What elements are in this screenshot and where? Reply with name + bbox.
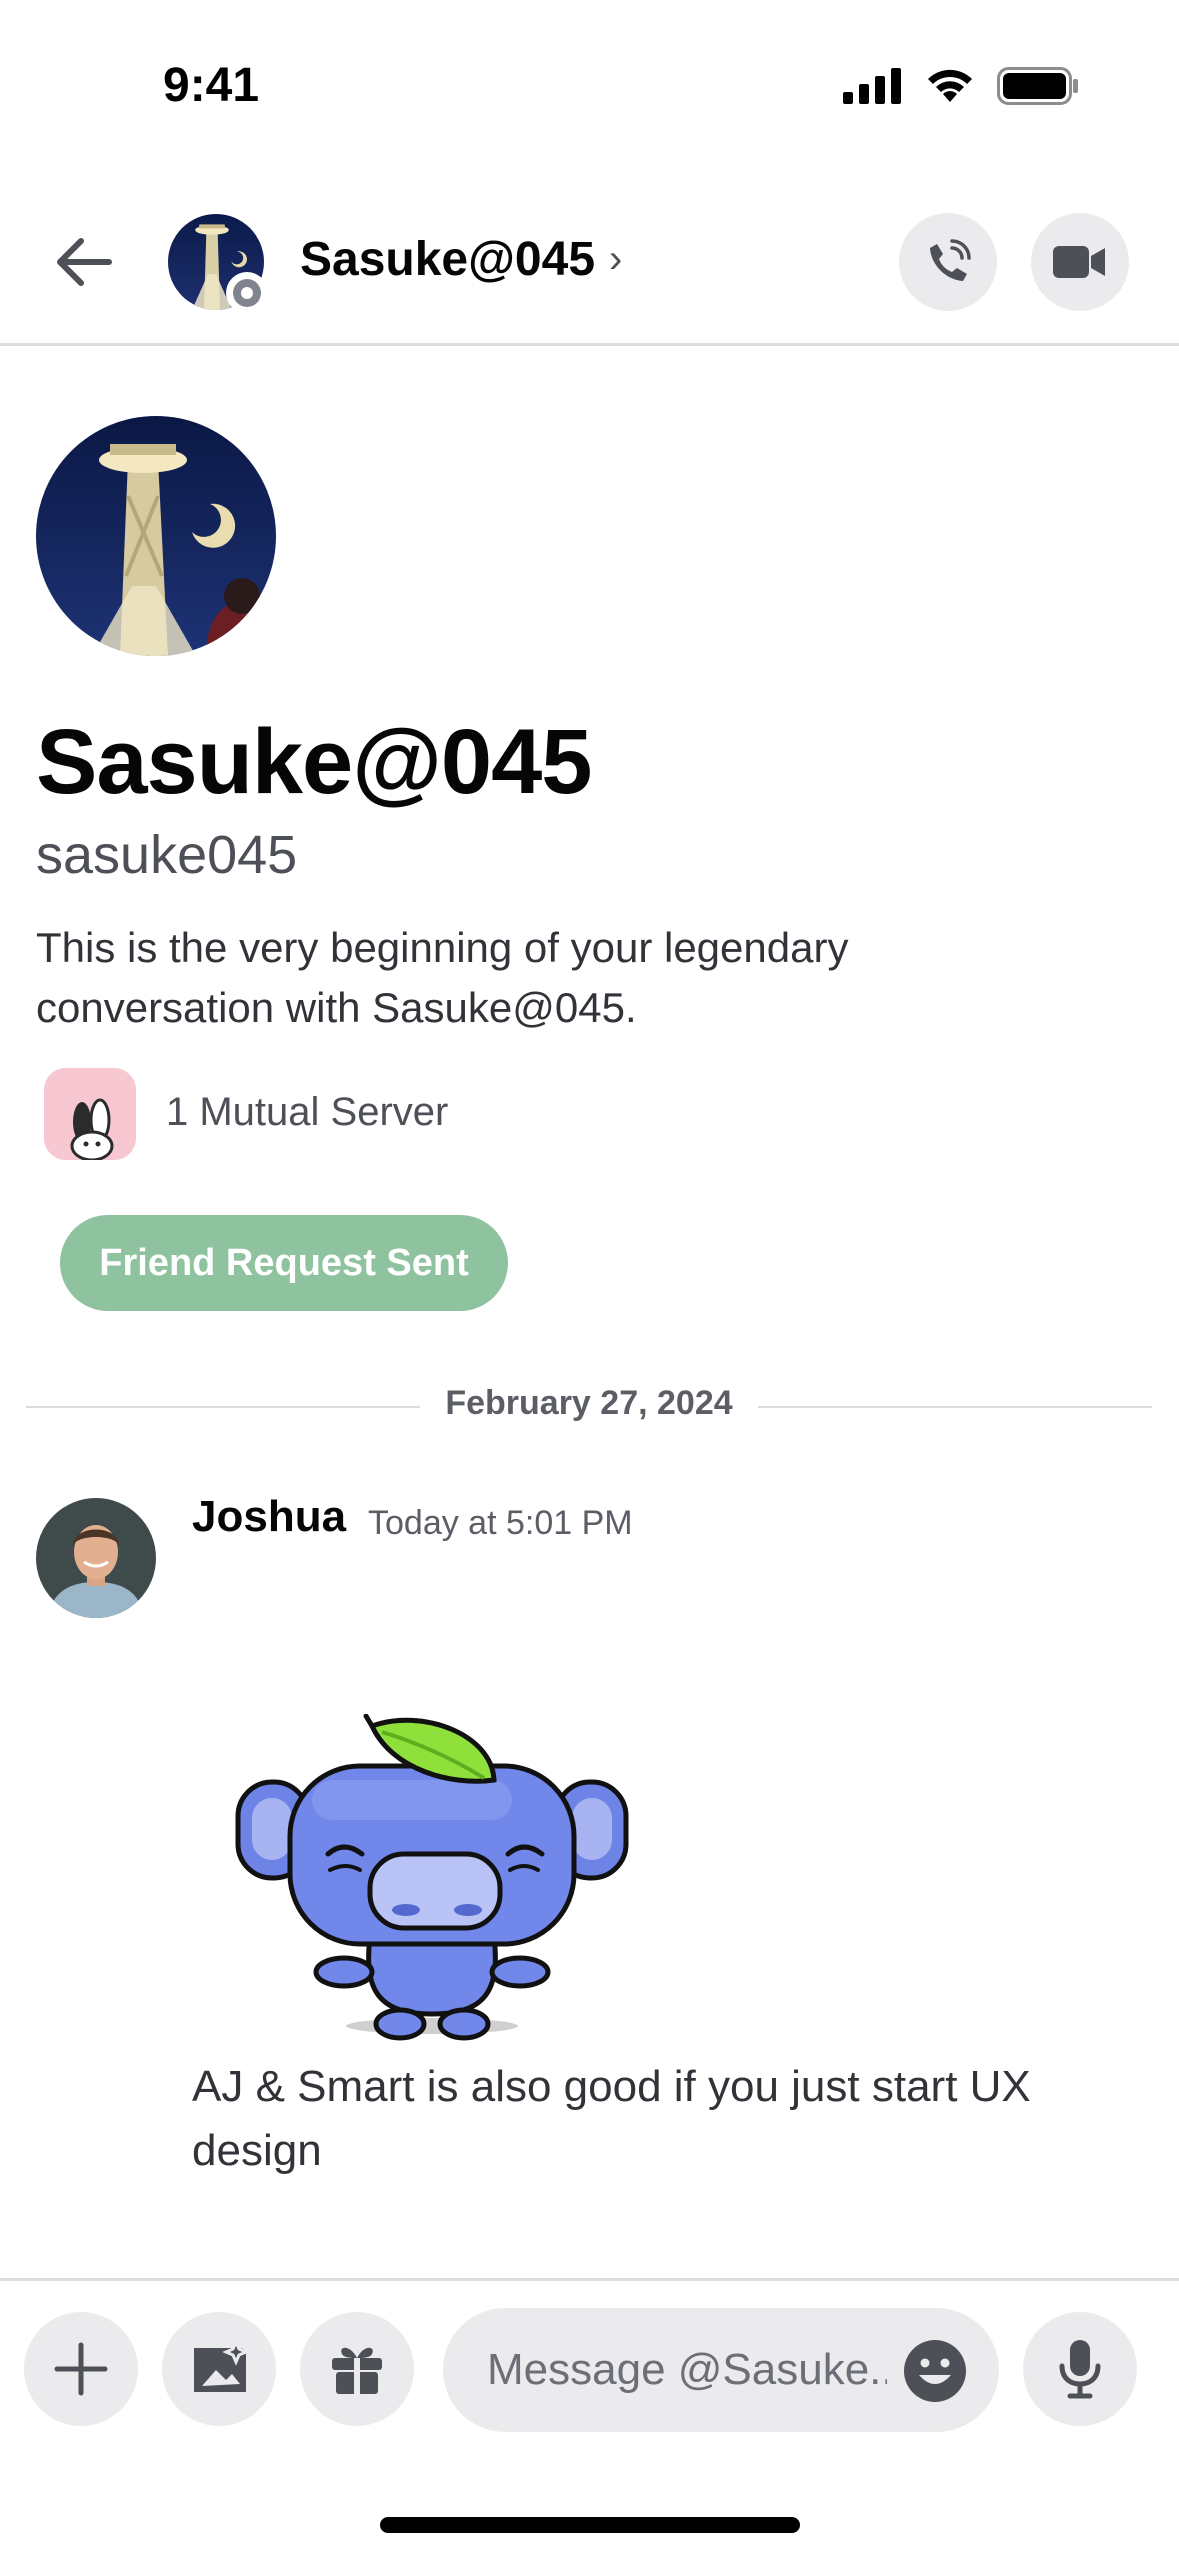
- message-composer: [0, 2278, 1179, 2553]
- plus-icon: [54, 2342, 108, 2396]
- add-attachment-button[interactable]: [24, 2312, 138, 2426]
- arrow-left-icon: [57, 238, 112, 286]
- divider-line: [26, 1406, 420, 1408]
- offline-status-indicator: [226, 272, 268, 314]
- message-input-container[interactable]: [443, 2308, 999, 2432]
- friend-request-sent-button[interactable]: Friend Request Sent: [60, 1215, 508, 1311]
- conversation-intro-text: This is the very beginning of your legen…: [36, 924, 849, 1031]
- signal-icon: [843, 68, 901, 104]
- video-camera-icon: [1053, 246, 1105, 278]
- message-timestamp: Today at 5:01 PM: [368, 1504, 633, 1542]
- back-button[interactable]: [52, 230, 116, 294]
- wifi-icon: [928, 69, 972, 102]
- image-sparkle-icon: [194, 2340, 250, 2392]
- chevron-right-icon: ›: [609, 237, 623, 281]
- chat-header: Sasuke@045 ›: [0, 180, 1179, 346]
- gift-button[interactable]: [300, 2312, 414, 2426]
- mutual-server-icon[interactable]: [44, 1068, 136, 1160]
- battery-icon: [997, 67, 1078, 105]
- message-text: AJ & Smart is also good if you just star…: [192, 2062, 1031, 2175]
- profile-username: sasuke045: [36, 825, 298, 885]
- image-upload-button[interactable]: [162, 2312, 276, 2426]
- mutual-servers-label[interactable]: 1 Mutual Server: [166, 1090, 448, 1135]
- wumpus-sticker[interactable]: [232, 1713, 632, 2044]
- joshua-avatar-image: [36, 1498, 156, 1618]
- author-avatar[interactable]: [36, 1498, 156, 1618]
- phone-icon: [930, 239, 971, 281]
- smiley-icon: [904, 2340, 966, 2402]
- video-call-button[interactable]: [1031, 213, 1129, 311]
- message-input[interactable]: [487, 2308, 887, 2432]
- home-indicator[interactable]: [380, 2517, 800, 2533]
- date-divider: February 27, 2024: [26, 1380, 1152, 1434]
- status-time: 9:41: [163, 59, 260, 112]
- space-needle-avatar-image: [36, 416, 276, 656]
- wumpus-leaf-sticker-image: [235, 1713, 629, 2041]
- profile-avatar[interactable]: [36, 416, 276, 656]
- status-icons: [843, 66, 1079, 106]
- message-author[interactable]: Joshua: [192, 1492, 346, 1542]
- design-buddies-server-logo: [44, 1068, 136, 1160]
- emoji-button[interactable]: [903, 2339, 967, 2403]
- voice-call-button[interactable]: [899, 213, 997, 311]
- header-user-name[interactable]: Sasuke@045 ›: [300, 232, 622, 287]
- date-label: February 27, 2024: [445, 1384, 733, 1422]
- microphone-icon: [1059, 2340, 1101, 2399]
- gift-icon: [332, 2347, 382, 2394]
- header-name-text: Sasuke@045: [300, 233, 596, 286]
- voice-message-button[interactable]: [1023, 2312, 1137, 2426]
- divider-line: [758, 1406, 1152, 1408]
- profile-display-name: Sasuke@045: [36, 711, 592, 813]
